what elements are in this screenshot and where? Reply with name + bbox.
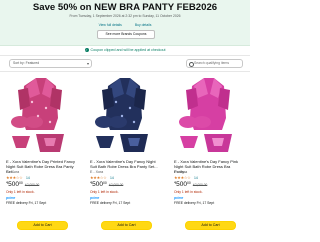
list-price: ₹2,000.00 — [192, 183, 208, 187]
prime-badge: prime — [174, 196, 184, 200]
list-price: ₹2,000.00 — [108, 183, 124, 187]
product-brand: E - Xora — [90, 170, 104, 174]
prime-badge: prime — [6, 196, 16, 200]
review-count[interactable]: 14 — [110, 176, 114, 180]
coupon-clipped-notice: ✓ Coupon clipped and will be applied at c… — [0, 46, 250, 54]
product-price: ₹50000 ₹2,000.00 — [90, 181, 123, 188]
search-input[interactable]: Search qualifying items — [186, 59, 243, 68]
product-image[interactable] — [6, 72, 74, 156]
product-image[interactable] — [174, 72, 242, 156]
product-title[interactable]: E - Xora Valentine's Day Fancy Night Sui… — [90, 159, 159, 169]
product-card[interactable]: E - Xora Valentine's Day Printed Fancy N… — [2, 72, 77, 232]
check-circle-icon: ✓ — [84, 48, 89, 53]
product-card[interactable]: E - Xora Valentine's Day Fancy Pink Nigh… — [170, 72, 245, 232]
product-card[interactable]: E - Xora Valentine's Day Fancy Night Sui… — [86, 72, 161, 232]
review-count[interactable]: 14 — [194, 176, 198, 180]
price-fraction: 00 — [187, 181, 191, 185]
stock-status: Only 1 left in stock. — [174, 190, 203, 194]
view-details-link[interactable]: View full details — [99, 23, 122, 27]
product-brand: E - Xora — [6, 170, 20, 174]
delivery-info: FREE delivery Fri, 17 Sept — [174, 201, 215, 205]
chevron-down-icon: ▾ — [86, 61, 89, 66]
prime-badge: prime — [90, 196, 100, 200]
price-whole: 500 — [176, 181, 188, 188]
product-price: ₹50000 ₹2,000.00 — [174, 181, 207, 188]
delivery-info: FREE delivery Fri, 17 Sept — [90, 201, 131, 205]
price-fraction: 00 — [19, 181, 23, 185]
price-whole: 500 — [8, 181, 20, 188]
rating-stars-icon[interactable]: ★★★☆☆ — [174, 175, 191, 180]
product-image[interactable] — [90, 72, 158, 156]
stock-status: Only 1 left in stock. — [90, 190, 119, 194]
search-placeholder: Search qualifying items — [194, 61, 230, 65]
list-price: ₹2,000.00 — [24, 183, 40, 187]
delivery-info: FREE delivery Fri, 17 Sept — [6, 201, 47, 205]
review-count[interactable]: 14 — [26, 176, 30, 180]
promo-links: View full details Buy details — [0, 23, 250, 27]
promo-title: Save 50% on NEW BRA PANTY FEB2026 — [32, 2, 218, 13]
coupon-clipped-text: Coupon clipped and will be applied at ch… — [90, 48, 166, 52]
product-brand: E - Xora — [174, 170, 188, 174]
price-whole: 500 — [92, 181, 104, 188]
see-more-coupons-button[interactable]: See more Brands Coupons — [97, 30, 155, 39]
product-price: ₹50000 ₹2,000.00 — [6, 181, 39, 188]
add-to-cart-button[interactable]: Add to Cart — [101, 221, 152, 230]
rating-stars-icon[interactable]: ★★★☆☆ — [90, 175, 107, 180]
promo-date-range: From Tuesday, 1 September 2026 at 2:32 p… — [69, 14, 181, 18]
rating-stars-icon[interactable]: ★★★☆☆ — [6, 175, 23, 180]
results-toolbar: Sort by: Featured ▾ Search qualifying it… — [0, 55, 250, 72]
stock-status: Only 1 left in stock. — [6, 190, 35, 194]
price-fraction: 00 — [103, 181, 107, 185]
add-to-cart-button[interactable]: Add to Cart — [17, 221, 68, 230]
sort-dropdown[interactable]: Sort by: Featured ▾ — [9, 59, 92, 68]
buy-details-link[interactable]: Buy details — [135, 23, 152, 27]
promo-banner: Save 50% on NEW BRA PANTY FEB2026 From T… — [0, 0, 250, 46]
add-to-cart-button[interactable]: Add to Cart — [185, 221, 236, 230]
sort-label: Sort by: Featured — [13, 61, 40, 65]
